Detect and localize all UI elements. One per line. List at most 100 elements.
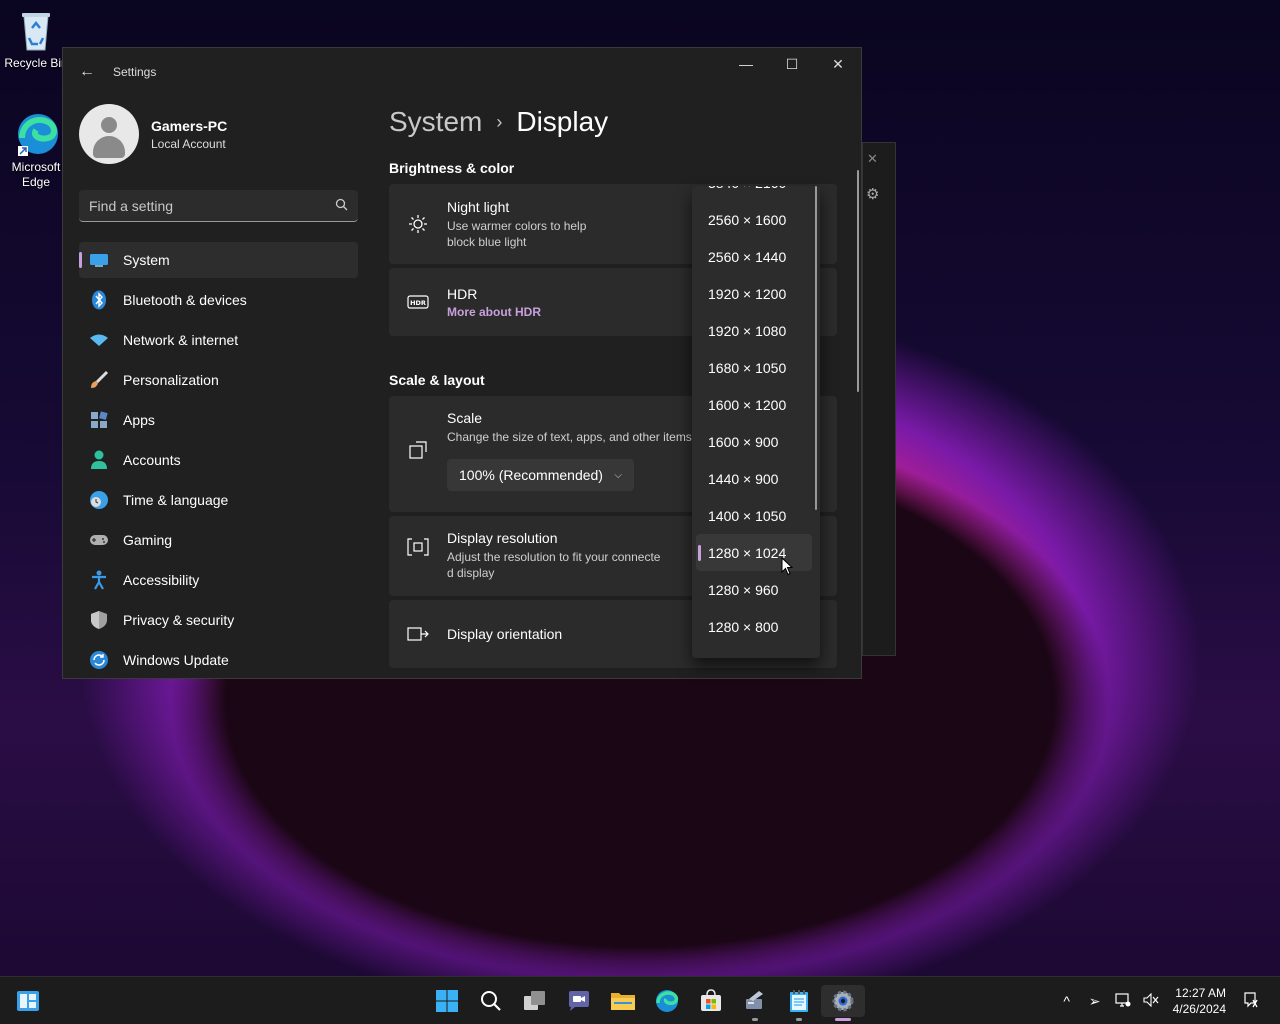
back-button[interactable]: ←: [65, 56, 109, 88]
scale-dropdown[interactable]: 100% (Recommended) ⌵: [447, 459, 634, 491]
svg-text:HDR: HDR: [410, 299, 426, 307]
network-icon[interactable]: [1109, 992, 1137, 1010]
mouse-cursor-icon: [781, 557, 793, 576]
sidebar-item-privacy[interactable]: Privacy & security: [79, 602, 358, 638]
resolution-option[interactable]: 1680 × 1050: [696, 349, 812, 386]
clock-time: 12:27 AM: [1175, 986, 1226, 1000]
chevron-down-icon: ⌵: [614, 469, 622, 481]
resolution-option[interactable]: 1920 × 1080: [696, 312, 812, 349]
sidebar-item-label: Privacy & security: [123, 612, 235, 628]
gear-icon[interactable]: ⚙: [866, 185, 879, 203]
resolution-option[interactable]: 1600 × 1200: [696, 386, 812, 423]
resolution-option[interactable]: 1280 × 1024: [696, 534, 812, 571]
display-orientation-title: Display orientation: [447, 626, 563, 642]
taskbar: ^ ➢ 12:27 AM 4/26/2024: [0, 976, 1280, 1024]
sidebar-item-time-language[interactable]: Time & language: [79, 482, 358, 518]
store-button[interactable]: [689, 985, 733, 1017]
file-explorer-icon: [611, 993, 635, 1010]
sidebar-item-label: Apps: [123, 412, 155, 428]
hdr-more-link[interactable]: More about HDR: [447, 305, 541, 319]
sidebar-item-system[interactable]: System: [79, 242, 358, 278]
nav-list: System Bluetooth & devices Network & int…: [63, 242, 373, 678]
sidebar: Gamers-PC Local Account System Bluetooth…: [63, 96, 373, 678]
close-button[interactable]: ✕: [815, 48, 861, 80]
orientation-icon: [405, 625, 431, 643]
background-window[interactable]: ✕ ⚙: [862, 142, 896, 656]
hdr-icon: HDR: [405, 295, 431, 309]
taskbar-search-button[interactable]: [469, 985, 513, 1017]
store-icon: [701, 989, 721, 1011]
sidebar-item-apps[interactable]: Apps: [79, 402, 358, 438]
display-resolution-desc-line2: d display: [447, 566, 495, 580]
resolution-option[interactable]: 1400 × 1050: [696, 497, 812, 534]
search-input[interactable]: [89, 197, 335, 214]
task-view-icon: [524, 991, 545, 1010]
sidebar-item-network[interactable]: Network & internet: [79, 322, 358, 358]
maximize-button[interactable]: ☐: [769, 48, 815, 80]
bluetooth-icon: [89, 290, 109, 310]
scale-dropdown-value: 100% (Recommended): [459, 467, 603, 483]
settings-button[interactable]: [821, 985, 865, 1021]
globe-clock-icon: [89, 490, 109, 510]
edge-button[interactable]: [645, 985, 689, 1017]
resolution-option[interactable]: 1600 × 900: [696, 423, 812, 460]
chevron-up-icon[interactable]: ^: [1053, 993, 1081, 1009]
scale-desc: Change the size of text, apps, and other…: [447, 430, 692, 444]
page-title: Display: [516, 106, 609, 137]
gamepad-icon: [89, 530, 109, 550]
apps-icon: [89, 410, 109, 430]
search-box[interactable]: [79, 190, 358, 222]
night-light-title: Night light: [447, 198, 510, 215]
resolution-option[interactable]: 1280 × 800: [696, 608, 812, 645]
content-scrollbar[interactable]: [857, 170, 859, 392]
notepad-button[interactable]: [777, 985, 821, 1021]
widgets-icon[interactable]: [16, 989, 40, 1013]
volume-muted-icon[interactable]: [1137, 992, 1165, 1010]
display-resolution-title: Display resolution: [447, 530, 558, 546]
breadcrumb-parent[interactable]: System: [389, 106, 482, 138]
search-icon: [335, 198, 348, 214]
resolution-option[interactable]: 3840 × 2160: [696, 186, 812, 201]
sidebar-item-accounts[interactable]: Accounts: [79, 442, 358, 478]
profile[interactable]: Gamers-PC Local Account: [63, 96, 373, 172]
sidebar-item-accessibility[interactable]: Accessibility: [79, 562, 358, 598]
resolution-option[interactable]: 1280 × 960: [696, 571, 812, 608]
scale-title: Scale: [447, 410, 483, 426]
sidebar-item-gaming[interactable]: Gaming: [79, 522, 358, 558]
notification-icon[interactable]: [1236, 991, 1264, 1011]
sidebar-item-label: Windows Update: [123, 652, 229, 668]
title-bar[interactable]: ← Settings — ☐ ✕: [63, 48, 861, 96]
night-light-desc-line2: block blue light: [447, 234, 527, 249]
sidebar-item-windows-update[interactable]: Windows Update: [79, 642, 358, 678]
resolution-icon: [405, 538, 431, 556]
start-button[interactable]: [425, 985, 469, 1017]
close-icon[interactable]: ✕: [867, 151, 878, 167]
sidebar-item-label: Bluetooth & devices: [123, 292, 247, 308]
sidebar-item-bluetooth[interactable]: Bluetooth & devices: [79, 282, 358, 318]
resolution-option[interactable]: 2560 × 1440: [696, 238, 812, 275]
chat-button[interactable]: [557, 985, 601, 1017]
sidebar-item-label: Network & internet: [123, 332, 239, 348]
resolution-option[interactable]: 2560 × 1600: [696, 201, 812, 238]
resolution-option[interactable]: 1440 × 900: [696, 460, 812, 497]
chevron-right-icon: ›: [496, 111, 503, 132]
shield-icon: [89, 610, 109, 630]
recycle-bin-icon: [16, 8, 56, 52]
file-explorer-button[interactable]: [601, 985, 645, 1017]
system-tray: ^ ➢ 12:27 AM 4/26/2024: [1053, 977, 1264, 1024]
resolution-option[interactable]: 1920 × 1200: [696, 275, 812, 312]
location-arrow-icon[interactable]: ➢: [1081, 993, 1109, 1010]
settings-icon: [832, 990, 854, 1012]
edge-icon: [16, 112, 58, 156]
dropdown-scrollbar[interactable]: [815, 186, 817, 510]
clock[interactable]: 12:27 AM 4/26/2024: [1173, 985, 1226, 1017]
minimize-button[interactable]: —: [723, 48, 769, 80]
task-view-button[interactable]: [513, 985, 557, 1017]
sidebar-item-personalization[interactable]: Personalization: [79, 362, 358, 398]
running-indicator: [796, 1018, 802, 1021]
breadcrumb: System › Display: [389, 106, 837, 138]
search-icon: [481, 991, 501, 1011]
avatar: [79, 104, 139, 164]
running-indicator: [752, 1018, 758, 1021]
tool-app-button[interactable]: [733, 985, 777, 1021]
